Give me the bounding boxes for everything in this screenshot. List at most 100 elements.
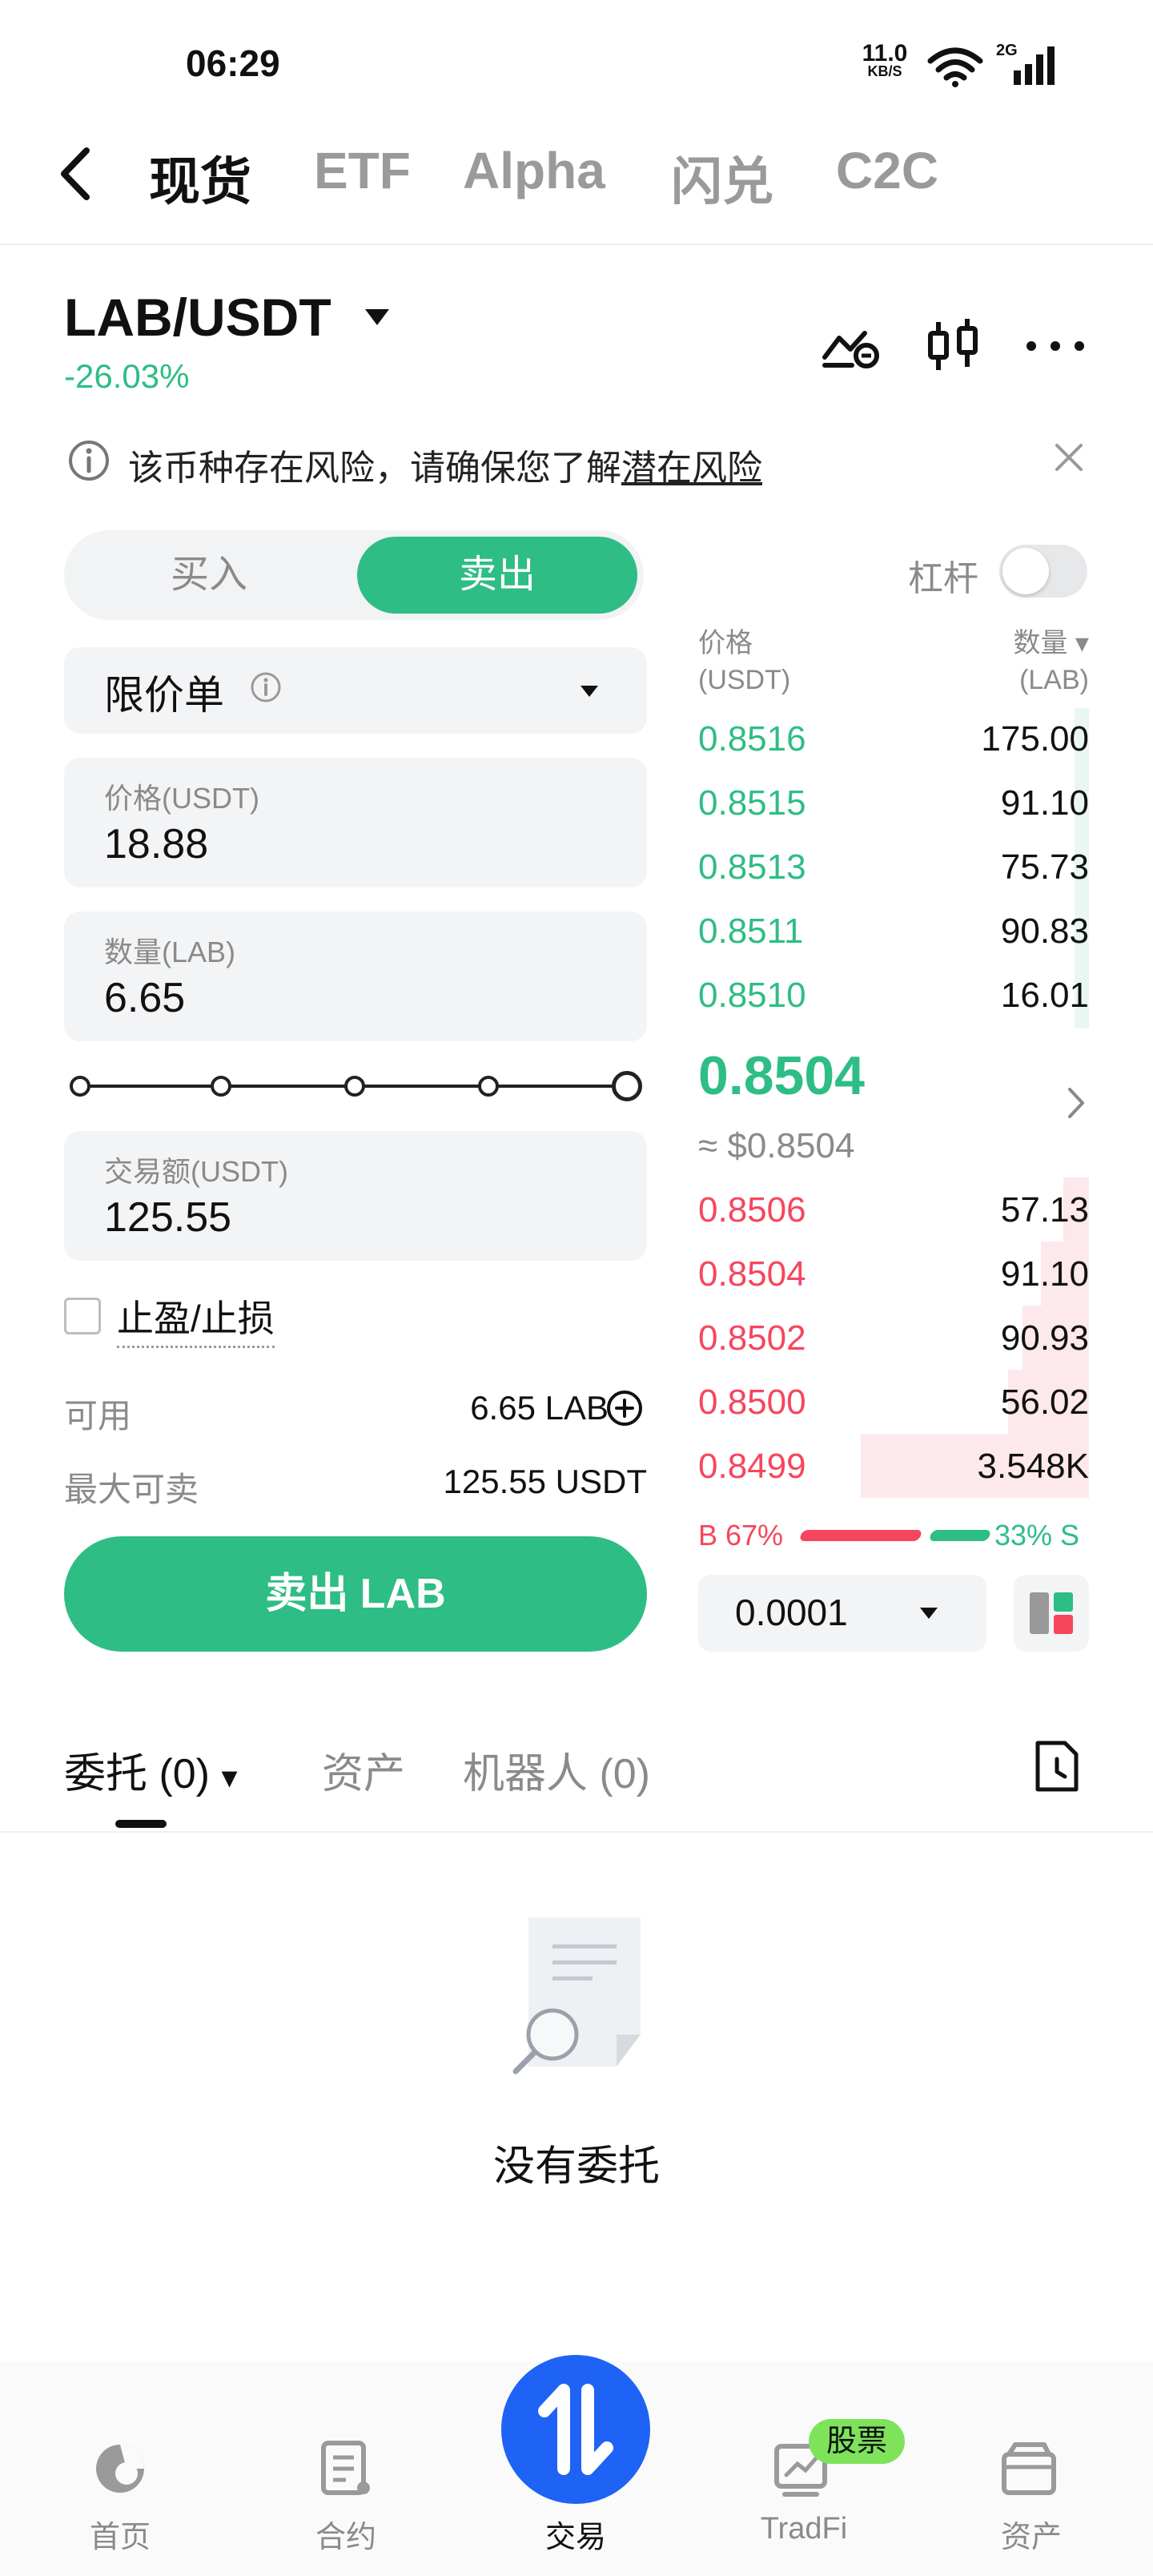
- tpsl-checkbox[interactable]: [64, 1298, 101, 1334]
- tab-alpha[interactable]: Alpha: [463, 141, 605, 200]
- tab-bots[interactable]: 机器人 (0): [463, 1740, 650, 1800]
- slider-mark-25[interactable]: [211, 1076, 231, 1097]
- sell-ratio: 33% S: [994, 1519, 1080, 1552]
- price-alert-icon[interactable]: [820, 314, 884, 378]
- ask-price[interactable]: 0.8513: [698, 847, 806, 888]
- order-type-info-icon[interactable]: [250, 671, 282, 703]
- bid-price[interactable]: 0.8506: [698, 1190, 806, 1230]
- bid-price[interactable]: 0.8499: [698, 1447, 806, 1487]
- ask-price[interactable]: 0.8511: [698, 912, 803, 952]
- buy-tab[interactable]: 买入: [64, 530, 354, 620]
- buy-ratio: B 67%: [698, 1519, 784, 1552]
- buy-ratio-bar: [798, 1530, 923, 1541]
- max-sell-label: 最大可卖: [64, 1471, 199, 1508]
- max-sell-value: 125.55 USDT: [443, 1463, 647, 1500]
- nav-futures[interactable]: 合约: [266, 2512, 426, 2556]
- chevron-right-icon[interactable]: [1065, 1085, 1087, 1121]
- home-icon[interactable]: [90, 2438, 151, 2499]
- caret-down-icon: ▾: [221, 1760, 238, 1795]
- tab-etf[interactable]: ETF: [314, 141, 411, 200]
- bid-price[interactable]: 0.8502: [698, 1318, 806, 1358]
- bid-qty[interactable]: 57.13: [1001, 1190, 1089, 1230]
- leverage-label: 杠杆: [908, 559, 978, 598]
- orderbook-layout-button[interactable]: [1014, 1575, 1089, 1652]
- nav-home[interactable]: 首页: [40, 2512, 200, 2556]
- tab-c2c[interactable]: C2C: [836, 141, 938, 200]
- price-change: -26.03%: [64, 357, 190, 395]
- add-circle-icon[interactable]: [605, 1389, 644, 1427]
- quantity-input[interactable]: 6.65: [104, 974, 185, 1022]
- trade-button[interactable]: [501, 2355, 650, 2504]
- caret-down-icon: [581, 686, 598, 697]
- back-icon[interactable]: [56, 146, 94, 202]
- wifi-icon: [927, 47, 983, 87]
- wallet-icon[interactable]: [999, 2438, 1060, 2499]
- nav-tradfi[interactable]: TradFi: [724, 2512, 884, 2546]
- ask-qty[interactable]: 91.10: [1001, 783, 1089, 823]
- slider-mark-0[interactable]: [70, 1076, 90, 1097]
- nav-assets[interactable]: 资产: [951, 2512, 1111, 2556]
- ask-qty[interactable]: 175.00: [981, 719, 1089, 759]
- ask-price[interactable]: 0.8515: [698, 783, 806, 823]
- last-price: 0.8504: [698, 1045, 865, 1106]
- caret-down-icon: ▾: [1075, 628, 1089, 658]
- tpsl-label[interactable]: 止盈/止损: [117, 1290, 275, 1348]
- slider-mark-75[interactable]: [478, 1076, 499, 1097]
- close-icon[interactable]: [1049, 437, 1089, 477]
- orderbook-qty-header[interactable]: 数量 ▾ (LAB): [1013, 625, 1089, 698]
- tab-convert[interactable]: 闪兑: [671, 141, 773, 215]
- amount-label: 交易额(USDT): [104, 1155, 288, 1188]
- stocks-badge: 股票: [809, 2419, 906, 2464]
- layout-icon: [1030, 1592, 1073, 1634]
- price-input[interactable]: 18.88: [104, 820, 208, 868]
- available-value: 6.65 LAB: [470, 1389, 609, 1427]
- more-icon[interactable]: [1023, 314, 1087, 378]
- bid-qty[interactable]: 3.548K: [978, 1447, 1089, 1487]
- bid-qty[interactable]: 91.10: [1001, 1254, 1089, 1294]
- tab-orders[interactable]: 委托 (0) ▾: [64, 1740, 238, 1800]
- risk-link[interactable]: 潜在风险: [621, 449, 762, 488]
- order-type-label: 限价单: [104, 673, 224, 718]
- leverage-toggle-knob: [1002, 548, 1049, 594]
- caret-down-icon[interactable]: [364, 308, 391, 327]
- bid-qty[interactable]: 90.93: [1001, 1318, 1089, 1358]
- nav-divider: [0, 244, 1153, 245]
- empty-document-icon: [512, 1918, 641, 2075]
- price-label: 价格(USDT): [104, 782, 259, 815]
- tabs-divider: [0, 1831, 1153, 1833]
- bid-qty[interactable]: 56.02: [1001, 1383, 1089, 1423]
- tab-assets[interactable]: 资产: [322, 1740, 405, 1800]
- sell-submit-button[interactable]: 卖出 LAB: [64, 1536, 647, 1652]
- sell-tab[interactable]: 卖出: [357, 537, 637, 614]
- ask-qty[interactable]: 16.01: [1001, 976, 1089, 1016]
- ask-price[interactable]: 0.8516: [698, 719, 806, 759]
- price-header-label: 价格: [698, 628, 753, 658]
- bid-price[interactable]: 0.8500: [698, 1383, 806, 1423]
- order-history-icon[interactable]: [1033, 1740, 1081, 1793]
- risk-text: 该币种存在风险，请确保您了解: [128, 449, 621, 488]
- futures-icon[interactable]: [315, 2438, 376, 2499]
- info-icon: [69, 441, 109, 481]
- status-time: 06:29: [186, 42, 280, 84]
- slider-handle[interactable]: [612, 1071, 642, 1101]
- amount-input[interactable]: 125.55: [104, 1193, 231, 1242]
- candlestick-icon[interactable]: [921, 314, 985, 378]
- tab-orders-label: 委托 (0): [64, 1751, 211, 1797]
- ask-price[interactable]: 0.8510: [698, 976, 806, 1016]
- caret-down-icon: [920, 1608, 938, 1619]
- nav-trade[interactable]: 交易: [496, 2512, 656, 2556]
- slider-mark-50[interactable]: [344, 1076, 365, 1097]
- price-header-unit: (USDT): [698, 665, 791, 695]
- sell-ratio-bar: [928, 1530, 992, 1541]
- swap-icon: [538, 2384, 613, 2475]
- signal-icon: 2G: [996, 42, 1056, 87]
- pair-symbol[interactable]: LAB/USDT: [64, 287, 331, 348]
- bid-price[interactable]: 0.8504: [698, 1254, 806, 1294]
- last-price-usd: ≈ $0.8504: [698, 1126, 855, 1165]
- ask-qty[interactable]: 90.83: [1001, 912, 1089, 952]
- orderbook-price-header: 价格 (USDT): [698, 625, 790, 698]
- precision-value: 0.0001: [735, 1592, 848, 1633]
- tab-underline: [115, 1820, 167, 1828]
- tab-spot[interactable]: 现货: [149, 141, 251, 215]
- ask-qty[interactable]: 75.73: [1001, 847, 1089, 888]
